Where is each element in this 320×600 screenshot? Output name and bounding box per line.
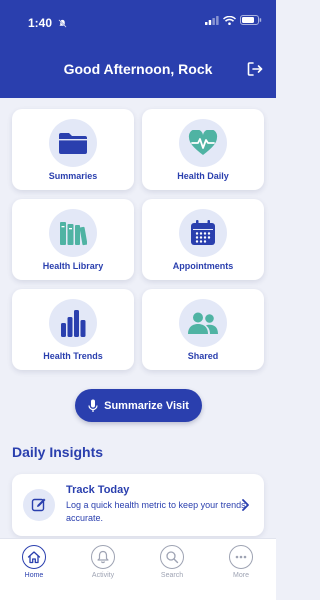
tab-label: Search bbox=[160, 572, 184, 579]
edit-note-icon bbox=[31, 498, 46, 512]
status-time-wrap: 1:40 bbox=[28, 16, 67, 30]
app-header: 1:40 Good Afternoon, Rock bbox=[0, 0, 276, 98]
tile-health-daily[interactable]: Health Daily bbox=[142, 109, 264, 190]
microphone-icon bbox=[88, 399, 98, 412]
more-icon bbox=[229, 545, 253, 569]
bell-muted-icon bbox=[58, 19, 67, 28]
summarize-visit-label: Summarize Visit bbox=[104, 399, 189, 412]
bell-icon bbox=[91, 545, 115, 569]
tile-health-trends[interactable]: Health Trends bbox=[12, 289, 134, 370]
status-time: 1:40 bbox=[28, 16, 53, 30]
status-icons bbox=[205, 15, 262, 25]
people-icon bbox=[188, 312, 218, 334]
tile-health-library[interactable]: Health Library bbox=[12, 199, 134, 280]
calendar-icon bbox=[191, 220, 215, 245]
tile-label: Summaries bbox=[48, 171, 98, 181]
summarize-visit-button[interactable]: Summarize Visit bbox=[75, 389, 202, 422]
bar-chart-icon bbox=[61, 310, 86, 337]
tab-search[interactable]: Search bbox=[142, 545, 202, 579]
tab-label: Activity bbox=[91, 572, 115, 579]
insight-icon-wrap bbox=[23, 489, 55, 521]
tile-appointments[interactable]: Appointments bbox=[142, 199, 264, 280]
tile-label: Health Daily bbox=[177, 171, 229, 181]
signal-icon bbox=[205, 15, 219, 25]
insight-title: Track Today bbox=[66, 484, 130, 496]
tile-icon-wrap bbox=[49, 299, 97, 347]
tile-icon-wrap bbox=[179, 299, 227, 347]
home-icon bbox=[22, 545, 46, 569]
tile-icon-wrap bbox=[179, 119, 227, 167]
tile-icon-wrap bbox=[179, 209, 227, 257]
tile-shared[interactable]: Shared bbox=[142, 289, 264, 370]
search-icon bbox=[160, 545, 184, 569]
tab-activity[interactable]: Activity bbox=[73, 545, 133, 579]
tile-summaries[interactable]: Summaries bbox=[12, 109, 134, 190]
chevron-right-icon bbox=[242, 499, 249, 511]
track-today-card[interactable]: Track Today Log a quick health metric to… bbox=[12, 474, 264, 536]
tab-more[interactable]: More bbox=[211, 545, 271, 579]
wifi-icon bbox=[223, 15, 236, 25]
tab-label: More bbox=[233, 572, 249, 579]
tab-label: Home bbox=[24, 572, 44, 579]
folder-icon bbox=[59, 133, 87, 154]
tile-label: Shared bbox=[187, 351, 219, 361]
tile-icon-wrap bbox=[49, 119, 97, 167]
greeting-title: Good Afternoon, Rock bbox=[63, 61, 213, 77]
books-icon bbox=[60, 222, 87, 246]
tile-label: Health Library bbox=[42, 261, 104, 271]
logout-icon[interactable] bbox=[246, 60, 264, 78]
battery-icon bbox=[240, 15, 262, 25]
status-bar: 1:40 bbox=[0, 0, 276, 44]
heart-pulse-icon bbox=[188, 130, 218, 155]
tab-bar: Home Activity Search More bbox=[0, 538, 276, 600]
tab-home[interactable]: Home bbox=[4, 545, 64, 579]
daily-insights-title: Daily Insights bbox=[12, 444, 104, 460]
tile-icon-wrap bbox=[49, 209, 97, 257]
insight-description: Log a quick health metric to keep your t… bbox=[66, 500, 246, 523]
tile-label: Appointments bbox=[172, 261, 234, 271]
tile-label: Health Trends bbox=[43, 351, 103, 361]
